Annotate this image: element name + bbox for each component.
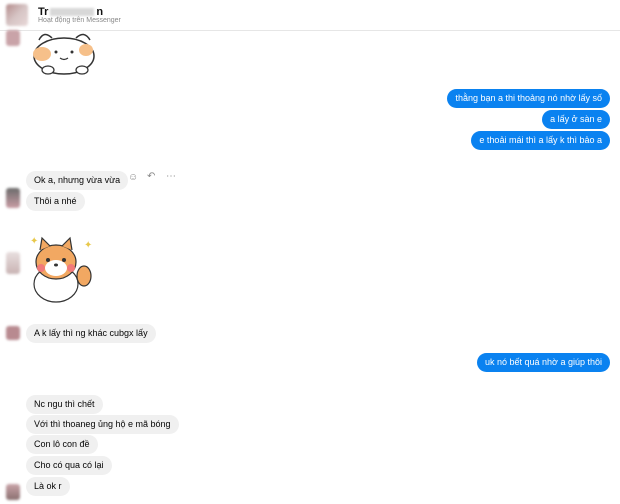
- more-icon[interactable]: ⋯: [166, 171, 176, 182]
- outgoing-message[interactable]: uk nó bết quá nhờ a giúp thôi: [477, 353, 610, 372]
- sender-avatar: [6, 188, 20, 208]
- reply-icon[interactable]: ↶: [147, 171, 155, 182]
- active-status: Hoạt động trên Messenger: [38, 17, 121, 24]
- outgoing-message[interactable]: thằng bạn a thi thoảng nó nhờ lấy số: [447, 89, 610, 108]
- incoming-message[interactable]: Con lô con đề: [26, 435, 98, 454]
- svg-text:✦: ✦: [84, 240, 92, 251]
- chat-header: Tr n Hoạt động trên Messenger: [0, 0, 620, 31]
- dog-sticker: ✦ ✦: [30, 236, 92, 303]
- incoming-message[interactable]: Thôi a nhé: [26, 192, 85, 211]
- incoming-message[interactable]: Nc ngu thì chết: [26, 395, 103, 414]
- sender-avatar: [6, 252, 20, 274]
- cat-sticker: [33, 33, 95, 75]
- sender-avatar: [6, 326, 20, 340]
- smiley-icon[interactable]: ☺: [128, 172, 138, 183]
- sender-avatar: [6, 30, 20, 46]
- contact-avatar[interactable]: [6, 4, 28, 26]
- incoming-message[interactable]: Với thì thoaneg ủng hộ e mã bóng: [26, 415, 179, 434]
- outgoing-message[interactable]: e thoải mái thì a lấy k thì bảo a: [471, 131, 610, 150]
- incoming-message[interactable]: Cho có qua có lại: [26, 456, 112, 475]
- sender-avatar: [6, 484, 20, 500]
- outgoing-message[interactable]: a lấy ở sàn e: [542, 110, 610, 129]
- incoming-message[interactable]: A k lấy thì ng khác cubgx lấy: [26, 324, 156, 343]
- svg-text:✦: ✦: [30, 236, 38, 247]
- incoming-message[interactable]: Ok a, nhưng vừa vừa: [26, 171, 129, 190]
- incoming-message[interactable]: Là ok r: [26, 477, 70, 496]
